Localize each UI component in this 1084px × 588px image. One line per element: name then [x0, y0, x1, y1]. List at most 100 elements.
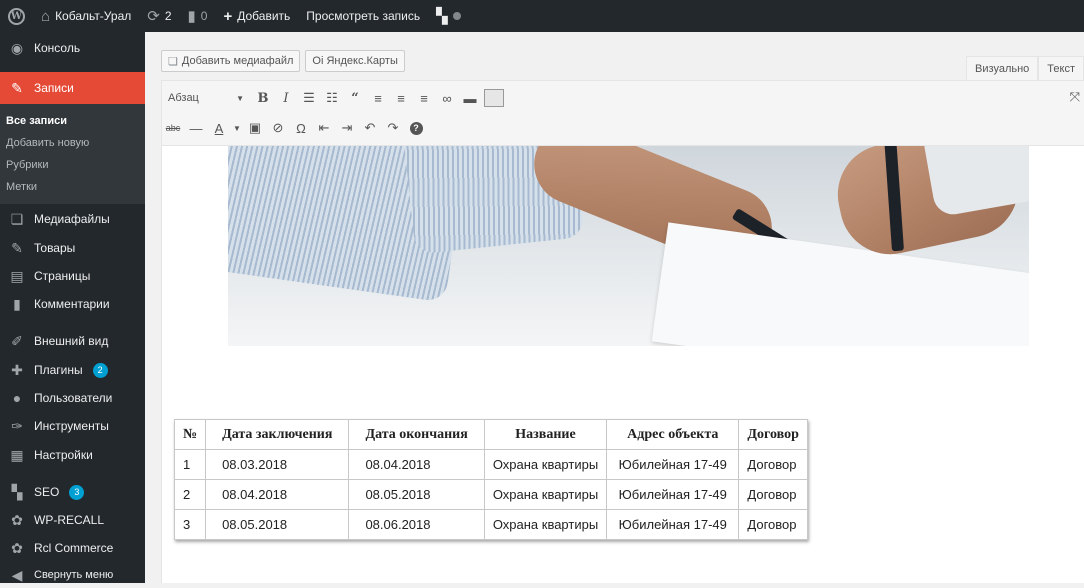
menu-item-users[interactable]: ● Пользователи: [0, 384, 145, 412]
fullscreen-button[interactable]: ⤧: [1070, 89, 1080, 105]
wordpress-logo-button[interactable]: W: [0, 0, 33, 32]
plugin-icon: ✚: [11, 361, 23, 378]
updates-count: 2: [164, 9, 172, 23]
pin-icon: ✎: [11, 239, 23, 256]
read-more-button[interactable]: ▬: [459, 86, 481, 110]
column-header-number: №: [173, 419, 207, 450]
table-header-row: № Дата заключения Дата окончания Названи…: [173, 419, 808, 450]
add-media-label: Добавить медиафайл: [181, 55, 294, 67]
help-button[interactable]: ?: [405, 116, 427, 140]
menu-item-wp-recall[interactable]: ✿ WP-RECALL: [0, 506, 145, 534]
submenu-categories[interactable]: Рубрики: [0, 154, 145, 176]
column-header-address: Адрес объекта: [606, 419, 740, 450]
clear-formatting-button[interactable]: ⊘: [267, 116, 289, 140]
toolbar-row-1: Абзац ▼ B I ☰ ☷ “ ≡ ≡ ≡ ∞ ▬: [162, 83, 505, 113]
yandex-maps-button[interactable]: Oi Яндекс.Карты: [305, 50, 405, 72]
italic-button[interactable]: I: [275, 86, 297, 110]
help-icon: ?: [409, 121, 423, 135]
text-color-dropdown[interactable]: ▼: [231, 116, 243, 140]
menu-item-seo[interactable]: ▚ SEO 3: [0, 478, 145, 506]
menu-item-label: Медиафайлы: [34, 212, 110, 226]
tab-visual[interactable]: Визуально: [966, 56, 1039, 80]
clipboard-icon: ▣: [248, 120, 262, 135]
menu-item-rcl-commerce[interactable]: ✿ Rcl Commerce: [0, 534, 145, 562]
align-center-icon: ≡: [397, 90, 405, 106]
numbered-list-button[interactable]: ☷: [321, 86, 343, 110]
menu-item-label: Инструменты: [34, 419, 109, 433]
paste-text-button[interactable]: ▣: [244, 116, 266, 140]
seo-badge: 3: [69, 484, 85, 500]
cell-end-date: 08.04.2018: [348, 449, 485, 480]
add-new-link[interactable]: + Добавить: [215, 0, 298, 32]
menu-item-products[interactable]: ✎ Товары: [0, 234, 145, 262]
editor-content[interactable]: № Дата заключения Дата окончания Названи…: [161, 146, 1084, 583]
tab-text[interactable]: Текст: [1038, 56, 1084, 80]
strikethrough-button[interactable]: abc: [162, 116, 184, 140]
refresh-icon: ⟳: [147, 7, 160, 25]
cell-start-date: 08.03.2018: [205, 449, 350, 480]
collapse-icon: ◀: [11, 566, 23, 583]
editor-toolbar: Абзац ▼ B I ☰ ☷ “ ≡ ≡ ≡ ∞ ▬ abc — A ▼ ▣ …: [161, 80, 1084, 146]
wrench-icon: ✑: [11, 417, 23, 434]
indent-button[interactable]: ⇥: [336, 116, 358, 140]
indent-icon: ⇥: [341, 120, 353, 135]
toolbar-toggle-button[interactable]: [482, 86, 504, 110]
redo-icon: ↷: [387, 120, 399, 135]
plus-icon: +: [223, 7, 233, 25]
read-more-icon: ▬: [463, 90, 477, 106]
undo-button[interactable]: ↶: [359, 116, 381, 140]
menu-item-dashboard[interactable]: ◉ Консоль: [0, 32, 145, 64]
column-header-end-date: Дата окончания: [348, 419, 485, 450]
menu-item-label: Rcl Commerce: [34, 541, 114, 555]
bold-button[interactable]: B: [252, 86, 274, 110]
cell-start-date: 08.05.2018: [205, 509, 350, 540]
strikethrough-icon: abc: [165, 123, 181, 133]
insert-link-button[interactable]: ∞: [436, 86, 458, 110]
special-character-button[interactable]: Ω: [290, 116, 312, 140]
column-header-title: Название: [483, 419, 608, 450]
text-color-icon: A: [214, 120, 224, 136]
view-post-link[interactable]: Просмотреть запись: [298, 0, 428, 32]
submenu-tags[interactable]: Метки: [0, 176, 145, 198]
menu-item-appearance[interactable]: ✐ Внешний вид: [0, 326, 145, 356]
menu-item-pages[interactable]: ▤ Страницы: [0, 262, 145, 290]
contract-signing-photo: [228, 146, 1029, 346]
fullscreen-icon: ⤧: [1069, 89, 1080, 104]
horizontal-line-button[interactable]: —: [185, 116, 207, 140]
menu-item-tools[interactable]: ✑ Инструменты: [0, 412, 145, 440]
menu-item-media[interactable]: ❏ Медиафайлы: [0, 204, 145, 234]
updates-link[interactable]: ⟳ 2: [139, 0, 179, 32]
yandex-maps-label: Oi Яндекс.Карты: [312, 55, 398, 67]
redo-button[interactable]: ↷: [382, 116, 404, 140]
submenu-all-posts[interactable]: Все записи: [0, 110, 145, 132]
pin-icon: ✎: [11, 79, 23, 96]
align-left-icon: ≡: [374, 90, 382, 106]
menu-item-posts[interactable]: ✎ Записи: [0, 72, 145, 104]
align-left-button[interactable]: ≡: [367, 86, 389, 110]
add-media-button[interactable]: ❏ Добавить медиафайл: [161, 50, 301, 72]
horizontal-line-icon: —: [189, 120, 203, 136]
submenu-add-new[interactable]: Добавить новую: [0, 132, 145, 154]
comments-link[interactable]: ▮ 0: [180, 0, 216, 32]
menu-item-label: Записи: [34, 81, 74, 95]
comment-icon: ▮: [13, 295, 21, 312]
cell-address: Юбилейная 17-49: [606, 509, 740, 540]
dropdown-arrow-icon: ▼: [233, 123, 241, 133]
outdent-button[interactable]: ⇤: [313, 116, 335, 140]
text-color-button[interactable]: A: [208, 116, 230, 140]
menu-item-label: Плагины: [34, 363, 83, 377]
menu-item-label: WP-RECALL: [34, 513, 105, 527]
menu-item-plugins[interactable]: ✚ Плагины 2: [0, 356, 145, 384]
cell-end-date: 08.05.2018: [348, 479, 485, 510]
menu-item-comments[interactable]: ▮ Комментарии: [0, 290, 145, 318]
align-right-button[interactable]: ≡: [413, 86, 435, 110]
collapse-menu-button[interactable]: ◀ Свернуть меню: [0, 562, 145, 588]
seo-menu-link[interactable]: ▚: [428, 0, 469, 32]
format-select[interactable]: Абзац ▼: [162, 86, 250, 110]
align-center-button[interactable]: ≡: [390, 86, 412, 110]
menu-item-settings[interactable]: ▦ Настройки: [0, 440, 145, 470]
blockquote-button[interactable]: “: [344, 86, 366, 110]
cell-number: 1: [173, 449, 207, 480]
bulleted-list-button[interactable]: ☰: [298, 86, 320, 110]
site-name-link[interactable]: ⌂ Кобальт-Урал: [33, 0, 139, 32]
